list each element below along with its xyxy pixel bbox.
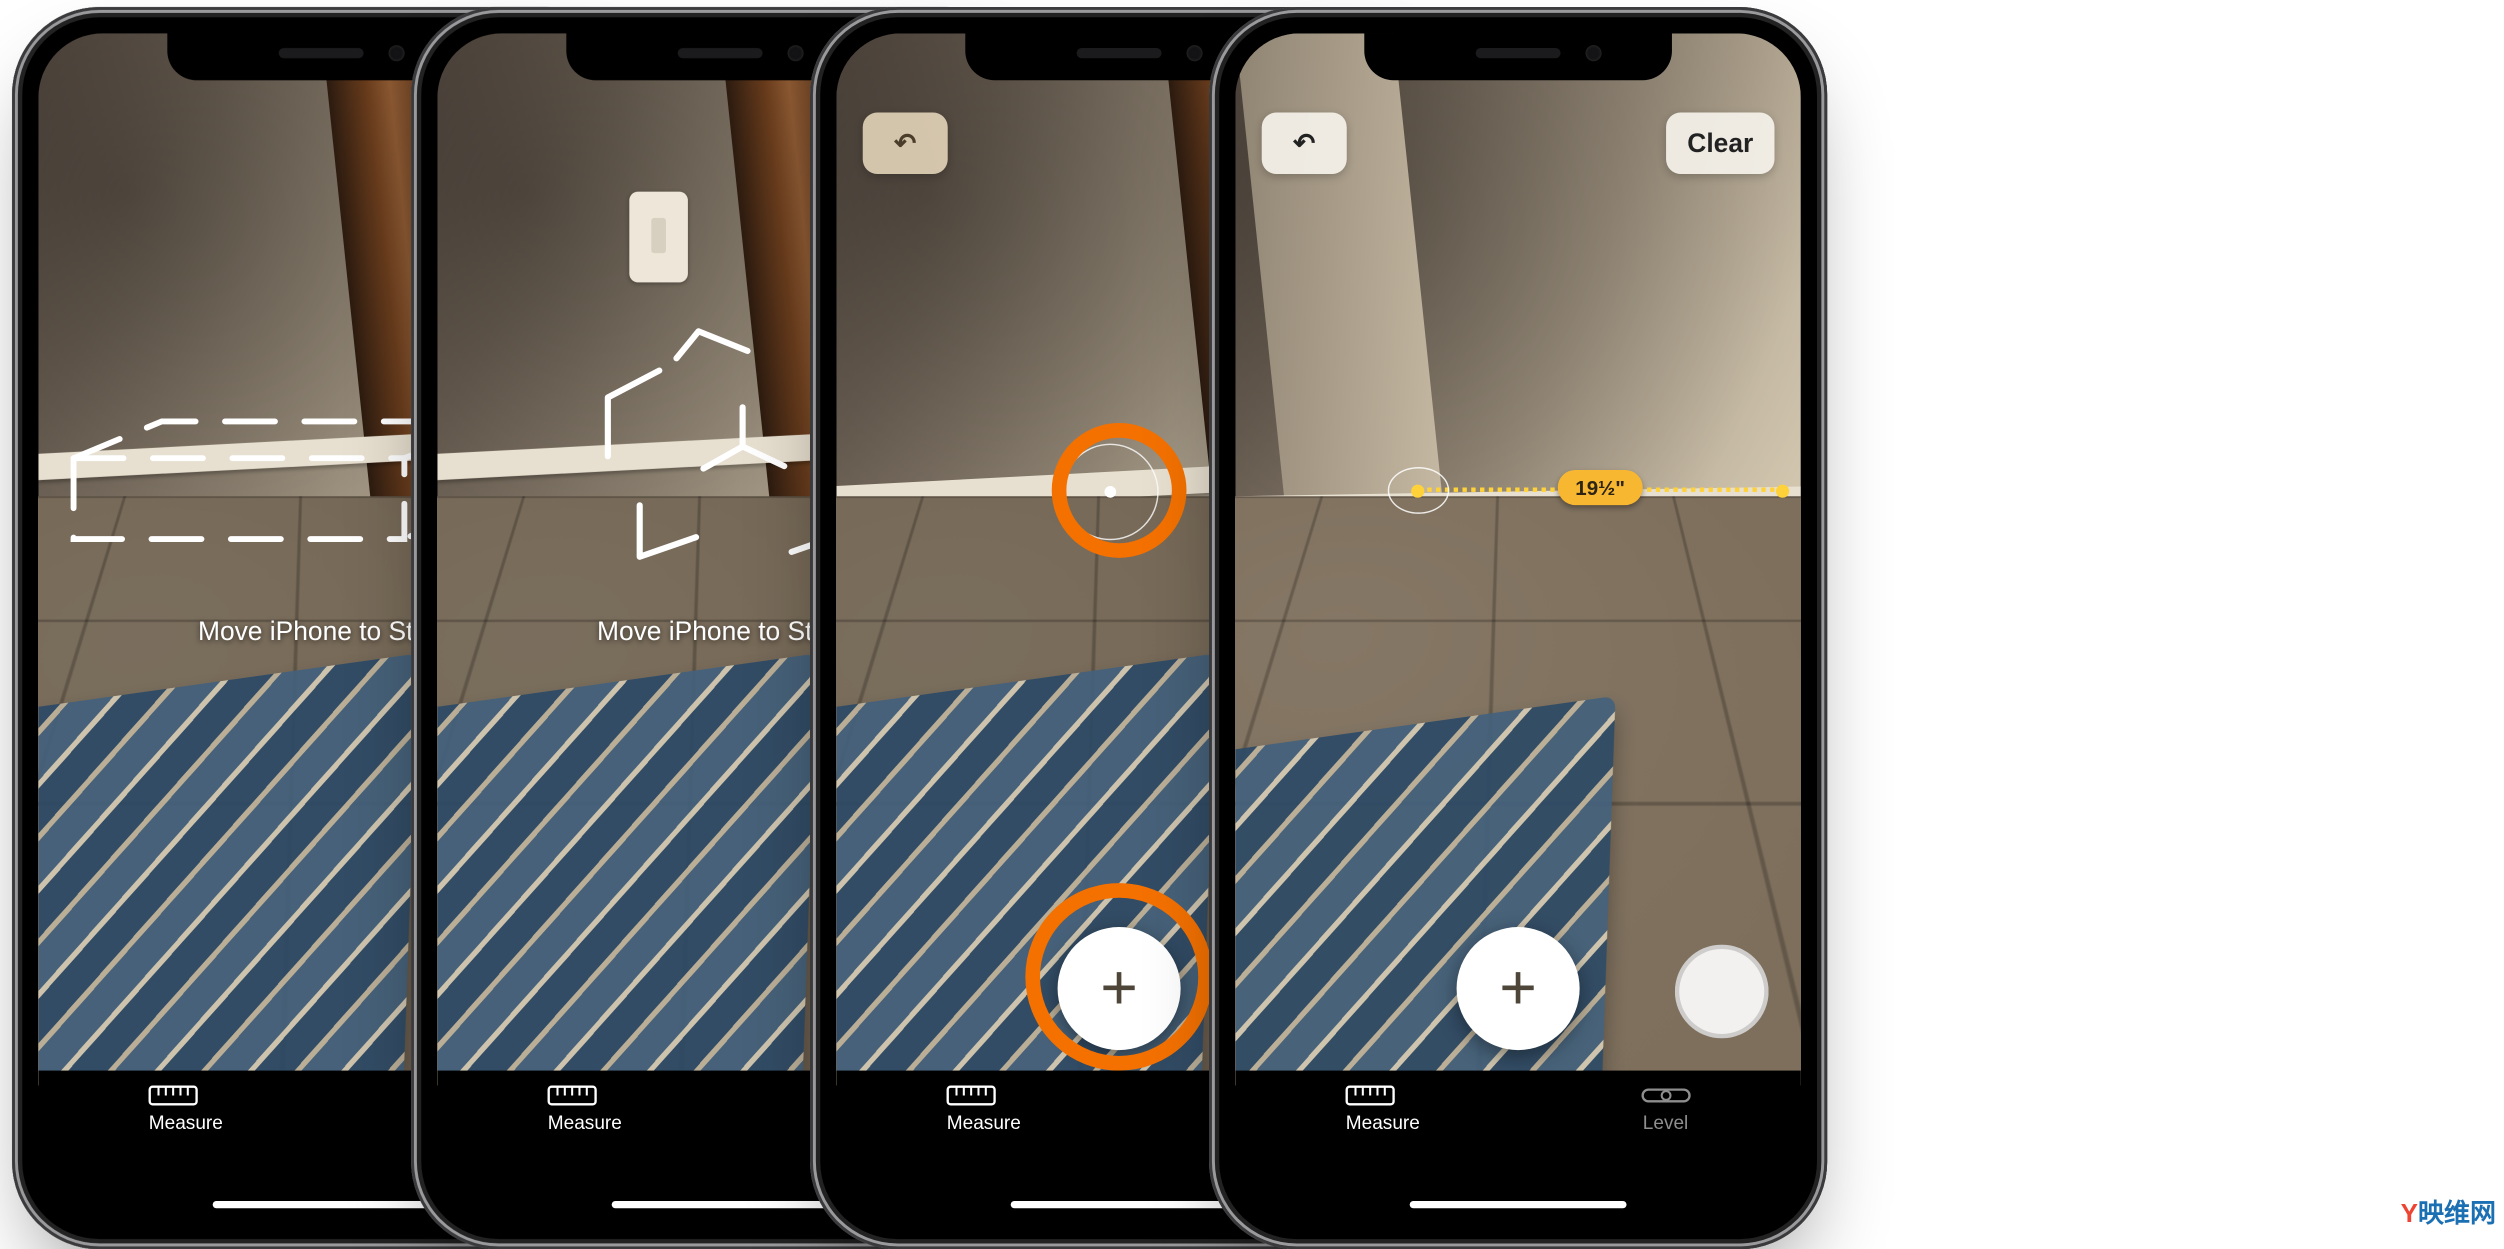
- tab-measure[interactable]: Measure: [548, 1085, 622, 1133]
- add-point-button[interactable]: +: [1058, 927, 1181, 1050]
- phone-frame-4: 19½" ↶ Clear +: [1209, 7, 1827, 1249]
- level-icon: [1641, 1085, 1691, 1106]
- home-indicator[interactable]: [1011, 1201, 1228, 1208]
- plus-icon: +: [1100, 956, 1138, 1020]
- ruler-icon: [1346, 1085, 1420, 1106]
- shutter-button[interactable]: [1675, 945, 1769, 1039]
- home-indicator[interactable]: [213, 1201, 430, 1208]
- light-switch: [630, 191, 689, 282]
- clear-button[interactable]: Clear: [1666, 112, 1774, 174]
- tab-measure[interactable]: Measure: [1346, 1085, 1420, 1133]
- ruler-icon: [947, 1085, 1021, 1106]
- measurement-value-pill[interactable]: 19½": [1558, 470, 1643, 505]
- tab-bar: Measure Level: [1235, 1071, 1800, 1223]
- target-reticle: [1063, 444, 1160, 541]
- tab-measure-label: Measure: [149, 1112, 223, 1134]
- home-indicator[interactable]: [1410, 1201, 1627, 1208]
- add-point-button[interactable]: +: [1457, 927, 1580, 1050]
- home-indicator[interactable]: [612, 1201, 829, 1208]
- notch: [1364, 33, 1672, 80]
- tab-measure-label: Measure: [947, 1112, 1021, 1134]
- undo-button[interactable]: ↶: [863, 112, 948, 174]
- tab-level[interactable]: Level: [1641, 1085, 1691, 1133]
- plus-icon: +: [1499, 956, 1537, 1020]
- source-watermark: Y映维网: [2401, 1193, 2496, 1230]
- tab-measure[interactable]: Measure: [947, 1085, 1021, 1133]
- measurement-line[interactable]: 19½": [1416, 488, 1784, 492]
- tab-measure-label: Measure: [1346, 1112, 1420, 1134]
- ruler-icon: [548, 1085, 622, 1106]
- target-reticle: [1387, 467, 1449, 514]
- undo-button[interactable]: ↶: [1262, 112, 1347, 174]
- tab-level-label: Level: [1643, 1112, 1689, 1134]
- tab-measure[interactable]: Measure: [149, 1085, 223, 1133]
- tutorial-strip: Move iPhone to Start M: [0, 0, 2504, 1234]
- ruler-icon: [149, 1085, 223, 1106]
- tab-measure-label: Measure: [548, 1112, 622, 1134]
